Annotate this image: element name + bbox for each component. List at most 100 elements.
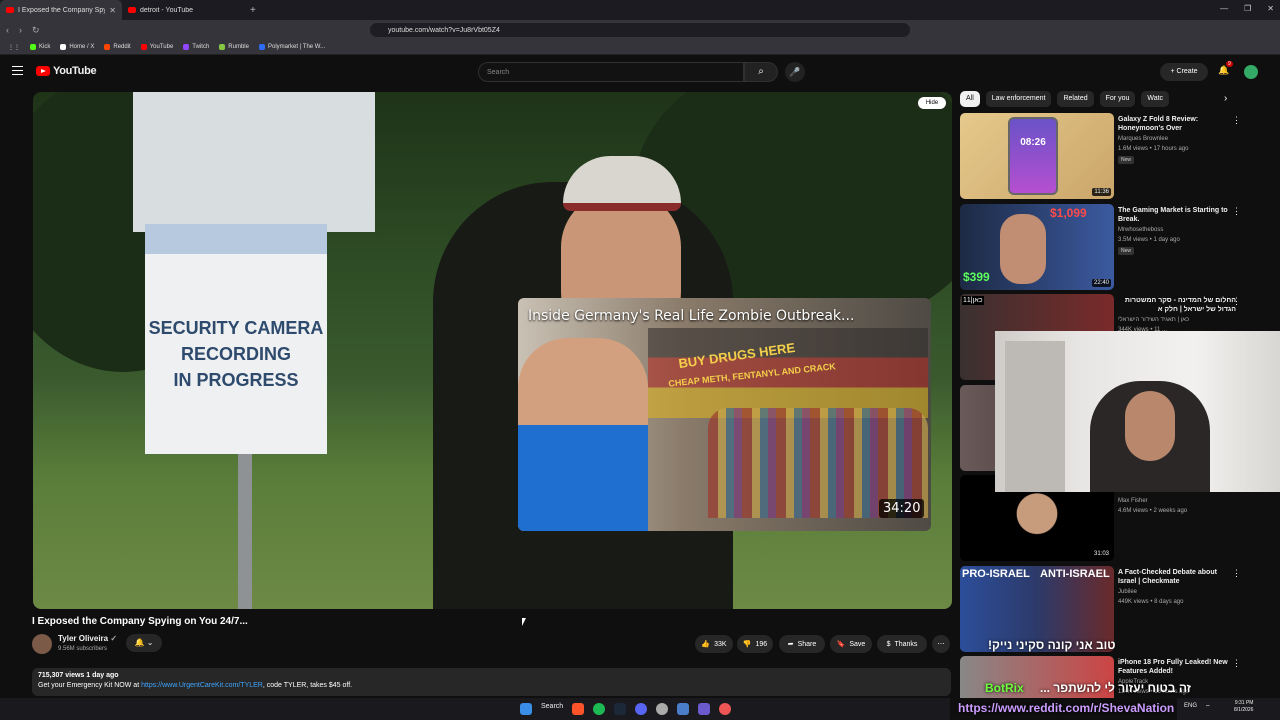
file-explorer-icon[interactable] (677, 703, 690, 715)
rec-channel: כאן | תאגיד השידור הישראלי (1118, 317, 1190, 323)
rec-title: iPhone 18 Pro Fully Leaked! New Features… (1118, 659, 1228, 675)
spotify-icon[interactable] (593, 703, 606, 715)
thanks-button[interactable]: $ Thanks (877, 635, 927, 653)
share-icon: ➦ (787, 641, 794, 648)
reload-icon[interactable]: ↻ (32, 25, 40, 36)
save-button[interactable]: 🔖 Save (830, 635, 872, 653)
hamburger-menu-icon[interactable] (12, 66, 23, 75)
video-description[interactable]: 715,307 views 1 day ago Get your Emergen… (32, 668, 951, 696)
hide-button[interactable]: Hide (918, 97, 946, 109)
video-thumbnail[interactable]: $1,099 $399 22:40 (960, 204, 1114, 290)
chip-all[interactable]: All (960, 91, 980, 107)
thumb-person (1000, 214, 1046, 284)
language-indicator[interactable]: ENG (1184, 703, 1197, 711)
windows-taskbar (0, 698, 950, 720)
filter-chips: All Law enforcement Related For you Watc (960, 91, 1170, 107)
rec-title: The Gaming Market is Starting to Break. (1118, 207, 1228, 223)
more-options-icon[interactable]: ⋮ (1232, 658, 1241, 669)
obs-icon[interactable] (656, 703, 669, 715)
chevron-down-icon: ⌄ (146, 638, 154, 647)
more-options-icon[interactable]: ⋮ (1232, 296, 1241, 307)
maximize-icon[interactable]: ❐ (1244, 4, 1251, 13)
mouse-cursor-icon (522, 618, 526, 626)
thumbs-up-icon: 👍 (701, 641, 711, 648)
more-options-icon[interactable]: ⋮ (1232, 206, 1241, 217)
video-thumbnail[interactable]: 08:26 11:36 (960, 113, 1114, 199)
youtube-logo[interactable]: YouTube (36, 65, 97, 77)
rec-title: החלום של המדינה - סקר המשטרות הגדול של י… (1124, 297, 1236, 313)
search-input[interactable]: Search (478, 62, 744, 82)
dislike-button[interactable]: 👎 196 (737, 635, 773, 653)
account-avatar[interactable] (1244, 65, 1258, 79)
app-icon[interactable] (719, 703, 732, 715)
more-actions-icon[interactable]: ⋯ (932, 635, 950, 653)
app-icon[interactable] (698, 703, 711, 715)
chip-law-enforcement[interactable]: Law enforcement (985, 91, 1052, 107)
subscribed-bell-button[interactable]: 🔔 ⌄ (126, 634, 162, 652)
create-button[interactable]: + Create (1160, 63, 1208, 81)
bookmark-x[interactable]: Home / X (60, 44, 94, 50)
brave-browser-icon[interactable] (572, 703, 585, 715)
wifi-icon[interactable]: ⌔ (1205, 703, 1211, 711)
taskbar-search[interactable]: Search (541, 703, 563, 715)
bell-icon: 🔔 (134, 638, 145, 647)
minimize-icon[interactable]: — (1220, 4, 1228, 13)
botrix-label: BotRix (985, 681, 1024, 695)
steam-icon[interactable] (614, 703, 627, 715)
system-clock[interactable]: 9:31 PM 8/1/2026 (1234, 700, 1253, 714)
apps-icon[interactable]: ⋮⋮ (8, 44, 20, 51)
views-date: 715,307 views 1 day ago (38, 672, 119, 679)
new-badge: New (1118, 156, 1135, 164)
bookmark-rumble[interactable]: Rumble (219, 44, 249, 50)
close-tab-icon[interactable]: ✕ (109, 6, 116, 15)
discord-icon[interactable] (635, 703, 648, 715)
forward-icon[interactable]: › (19, 25, 22, 36)
youtube-favicon-icon (128, 7, 136, 13)
suggested-video-card[interactable]: Inside Germany's Real Life Zombie Outbre… (518, 298, 931, 531)
bookmark-icon: 🔖 (836, 641, 846, 648)
thumb-price: $399 (963, 270, 990, 284)
chat-overlay-hebrew-2: זה בטוח יעזור לי להשתפר ... (1040, 681, 1192, 695)
bookmark-reddit[interactable]: Reddit (104, 44, 131, 50)
channel-avatar[interactable] (32, 634, 52, 654)
chat-overlay-hebrew: טוב אני קונה סקיני נייק! (988, 638, 1116, 652)
notification-count-badge: 9 (1226, 61, 1233, 67)
tab-title: I Exposed the Company Spyin (18, 6, 106, 14)
close-window-icon[interactable]: ✕ (1267, 4, 1274, 13)
url-bar[interactable]: youtube.com/watch?v=Ju8rVbt05Z4 (370, 23, 910, 37)
share-button[interactable]: ➦ Share (779, 635, 825, 653)
bookmark-kick[interactable]: Kick (30, 44, 50, 50)
back-icon[interactable]: ‹ (6, 25, 9, 36)
more-options-icon[interactable]: ⋮ (1232, 115, 1241, 126)
chip-related[interactable]: Related (1057, 91, 1094, 107)
like-button[interactable]: 👍 33K (695, 635, 733, 653)
taskbar-icons: Search (520, 703, 732, 715)
rec-meta: 449K views • 8 days ago (1118, 599, 1184, 605)
windows-start-icon[interactable] (520, 703, 532, 715)
description-link[interactable]: https://www.UrgentCareKit.com/TYLER (141, 682, 263, 689)
recommended-video[interactable]: $1,099 $399 22:40 The Gaming Market is S… (960, 204, 1260, 292)
voice-search-icon[interactable]: 🎤 (785, 62, 805, 82)
youtube-play-icon (36, 66, 50, 76)
channel-name[interactable]: Tyler Oliveira ✓ (58, 634, 117, 643)
more-options-icon[interactable]: ⋮ (1232, 568, 1241, 579)
browser-tab-active[interactable]: I Exposed the Company Spyin ✕ (0, 0, 122, 20)
system-tray: ENG ⌔ (1184, 703, 1211, 711)
chip-for-you[interactable]: For you (1099, 91, 1136, 107)
search-button[interactable]: ⌕ (744, 62, 778, 82)
rec-meta: 1.6M views • 17 hours ago (1118, 146, 1189, 152)
thanks-icon: $ (886, 640, 891, 648)
logo-text: YouTube (53, 65, 97, 77)
browser-tab[interactable]: detroit - YouTube (122, 0, 244, 20)
chevron-right-icon[interactable]: › (1224, 93, 1227, 104)
rec-meta: 3.5M views • 1 day ago (1118, 237, 1180, 243)
chip-watched[interactable]: Watc (1141, 91, 1170, 107)
bookmark-polymarket[interactable]: Polymarket | The W... (258, 44, 325, 50)
bookmark-twitch[interactable]: Twitch (183, 44, 209, 50)
bookmark-youtube[interactable]: YouTube (140, 44, 173, 50)
recommended-video[interactable]: 08:26 11:36 Galaxy Z Fold 8 Review: Hone… (960, 113, 1260, 201)
thumb-label: ANTI-ISRAEL (1040, 568, 1110, 580)
reporter-figure (518, 338, 648, 531)
bookmarks-bar: ⋮⋮ Kick Home / X Reddit YouTube Twitch R… (0, 40, 1280, 55)
new-tab-icon[interactable]: + (244, 5, 262, 16)
